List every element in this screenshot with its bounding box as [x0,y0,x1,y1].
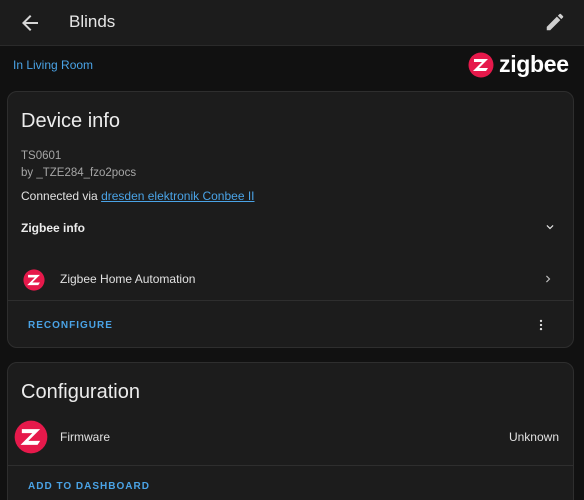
firmware-label: Firmware [60,430,110,444]
device-info-card: Device info TS0601 by _TZE284_fzo2pocs C… [7,91,574,348]
zigbee-brand-text: zigbee [499,51,569,77]
device-model: TS0601 [21,150,62,162]
integration-row[interactable]: Zigbee Home Automation [8,260,573,300]
card-divider [8,465,573,466]
zigbee-logo-icon [23,269,45,291]
card-divider [8,300,573,301]
zigbee-brand: zigbee [468,51,569,78]
dots-vertical-icon[interactable] [534,317,548,333]
zigbee-logo-icon [468,52,494,77]
device-manufacturer: by _TZE284_fzo2pocs [21,167,137,179]
zigbee-logo-icon [14,420,48,454]
pencil-icon[interactable] [544,11,566,33]
zigbee-info-toggle[interactable]: Zigbee info [21,221,85,235]
connected-via-prefix: Connected via [21,189,102,203]
chevron-right-icon [546,275,551,283]
area-link[interactable]: In Living Room [13,58,93,72]
firmware-value: Unknown [508,430,559,444]
page-title: Blinds [69,12,116,31]
arrow-left-icon[interactable] [18,11,42,35]
add-to-dashboard-button[interactable]: ADD TO DASHBOARD [28,481,150,492]
reconfigure-button[interactable]: RECONFIGURE [28,320,113,331]
configuration-title: Configuration [21,381,140,403]
coordinator-link[interactable]: dresden elektronik Conbee II [101,189,254,203]
chevron-down-icon[interactable] [543,220,557,234]
configuration-card: Configuration Firmware Unknown ADD TO DA… [7,362,574,500]
firmware-row[interactable]: Firmware Unknown [8,417,573,457]
device-info-title: Device info [21,110,120,132]
connected-via: Connected via dresden elektronik Conbee … [21,189,255,203]
top-app-bar: Blinds [0,0,584,46]
integration-label: Zigbee Home Automation [60,272,196,286]
